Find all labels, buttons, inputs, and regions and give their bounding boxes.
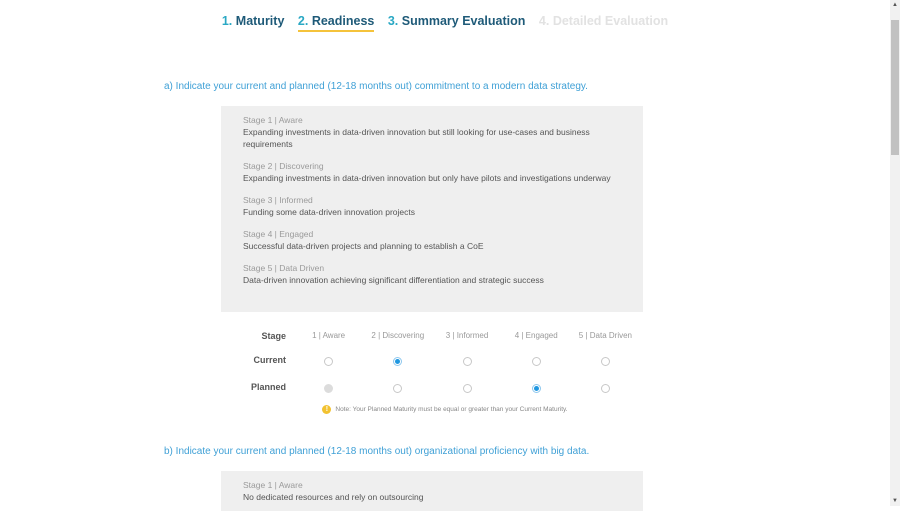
current-radio-4[interactable] <box>531 357 541 366</box>
step-detailed-evaluation: 4. Detailed Evaluation <box>538 14 669 28</box>
grid-header-row: Stage 1 | Aware 2 | Discovering 3 | Info… <box>261 330 633 341</box>
stage-item: Stage 1 | Aware No dedicated resources a… <box>243 480 424 502</box>
question-a-text: a) Indicate your current and planned (12… <box>164 81 588 92</box>
stage-item: Stage 1 | Aware Expanding investments in… <box>243 115 590 149</box>
grid-current-row: Current <box>230 349 640 376</box>
scroll-thumb[interactable] <box>891 20 899 155</box>
step-maturity[interactable]: 1. Maturity <box>222 14 285 30</box>
current-radio-2[interactable] <box>393 357 403 366</box>
current-radio-3[interactable] <box>462 357 472 366</box>
grid-planned-row: Planned <box>230 376 640 403</box>
planned-radio-1 <box>324 384 334 393</box>
question-b-text: b) Indicate your current and planned (12… <box>164 446 590 457</box>
stage-item: Stage 3 | Informed Funding some data-dri… <box>243 195 415 217</box>
progress-steps: 1. Maturity 2. Readiness 3. Summary Eval… <box>0 14 890 32</box>
current-radio-5[interactable] <box>600 357 610 366</box>
stage-descriptions-panel-b: Stage 1 | Aware No dedicated resources a… <box>221 471 643 511</box>
stage-item: Stage 2 | Discovering Expanding investme… <box>243 161 611 183</box>
planned-radio-4[interactable] <box>531 384 541 393</box>
stage-item: Stage 5 | Data Driven Data-driven innova… <box>243 263 544 285</box>
step-summary-evaluation[interactable]: 3. Summary Evaluation <box>388 14 526 30</box>
step-readiness[interactable]: 2. Readiness <box>297 14 375 32</box>
stage-descriptions-panel-a: Stage 1 | Aware Expanding investments in… <box>221 106 643 312</box>
scroll-up-arrow-icon[interactable]: ▲ <box>890 0 900 10</box>
maturity-note: ! Note: Your Planned Maturity must be equ… <box>0 405 890 414</box>
scroll-down-arrow-icon[interactable]: ▼ <box>890 496 900 506</box>
planned-radio-2[interactable] <box>393 384 403 393</box>
planned-radio-3[interactable] <box>462 384 472 393</box>
maturity-radio-grid: Stage 1 | Aware 2 | Discovering 3 | Info… <box>230 322 640 403</box>
planned-radio-5[interactable] <box>600 384 610 393</box>
info-icon: ! <box>322 405 332 414</box>
vertical-scrollbar[interactable]: ▲ ▼ <box>890 0 900 506</box>
stage-item: Stage 4 | Engaged Successful data-driven… <box>243 229 484 251</box>
current-radio-1[interactable] <box>324 357 334 366</box>
